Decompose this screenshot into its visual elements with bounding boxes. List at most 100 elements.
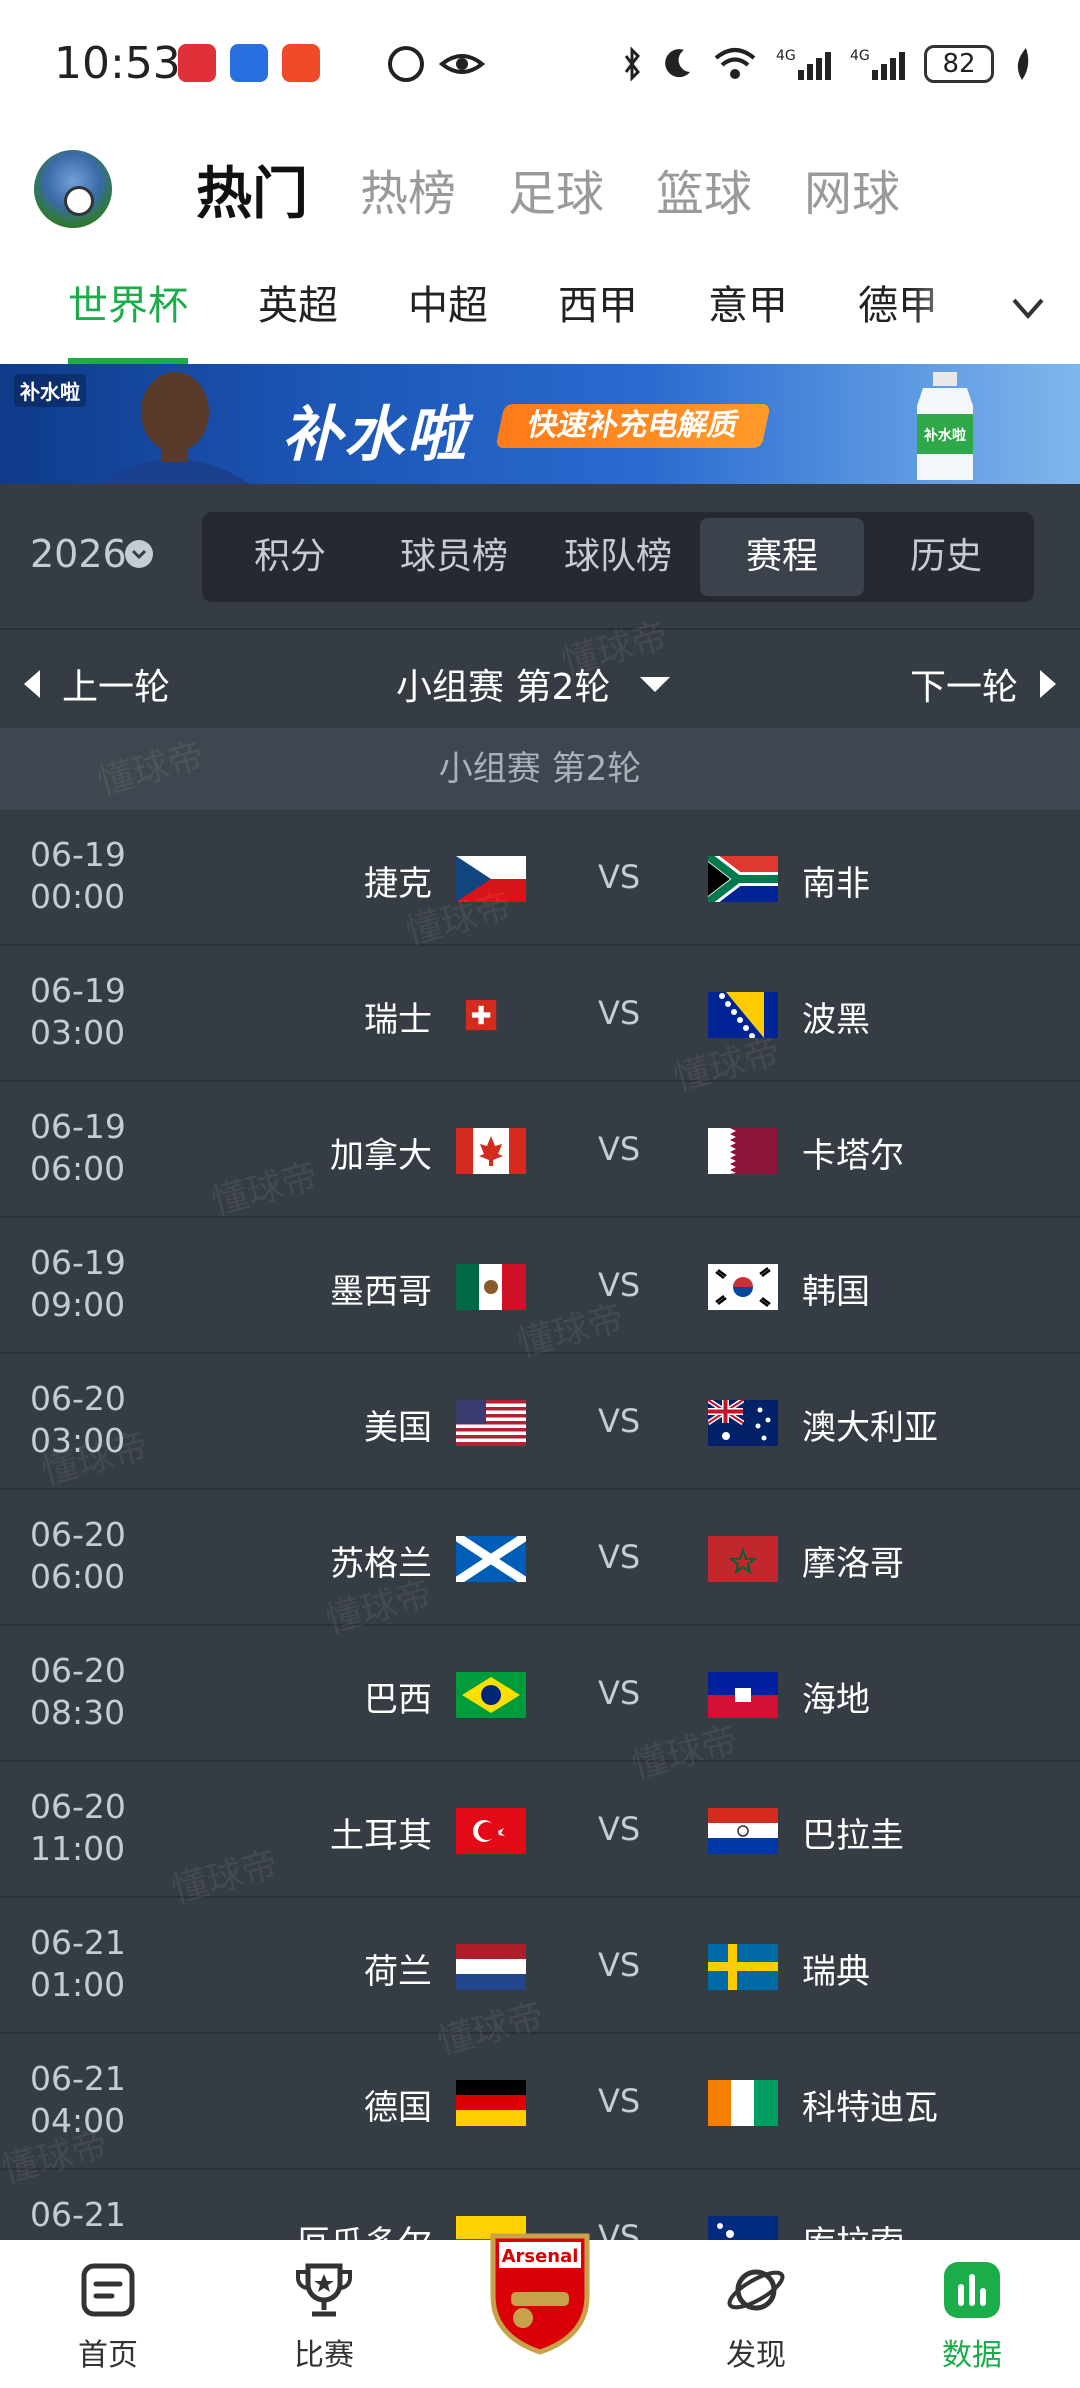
match-date: 06-21: [30, 2195, 126, 2234]
group-header: 小组赛 第2轮: [0, 728, 1080, 810]
flag-mexico-icon: [456, 1264, 526, 1310]
tab-tennis[interactable]: 网球: [804, 154, 900, 224]
tab-csl[interactable]: 中超: [408, 248, 488, 364]
match-datetime: 06-20 06:00: [30, 1514, 126, 1598]
round-selector[interactable]: 小组赛 第2轮: [396, 658, 671, 710]
chart-icon: [944, 2262, 1000, 2318]
flag-sweden-icon: [708, 1944, 778, 1990]
tab-basketball[interactable]: 篮球: [656, 154, 752, 224]
huawei-app-icon: [178, 44, 216, 82]
leaf-icon: [1017, 48, 1029, 80]
nav-data-label: 数据: [942, 2338, 1002, 2373]
away-team: 波黑: [802, 1000, 870, 1040]
flag-morocco-icon: [708, 1536, 778, 1582]
vs-label: VS: [598, 1674, 641, 1712]
tab-la-liga[interactable]: 西甲: [558, 248, 638, 364]
flag-czech-icon: [456, 856, 526, 902]
nav-data[interactable]: 数据: [864, 2240, 1080, 2388]
segment-player-rank[interactable]: 球员榜: [372, 518, 536, 596]
match-row[interactable]: 06-19 06:00 加拿大 VS 卡塔尔: [0, 1082, 1080, 1218]
chevron-down-icon[interactable]: [1008, 288, 1048, 328]
tab-hot[interactable]: 热门: [196, 149, 308, 230]
arrow-right-icon: [1040, 670, 1056, 698]
match-list: 06-19 00:00 捷克 VS 南非 06-19 03:00 瑞士 VS 波黑 …: [0, 810, 1080, 2306]
flag-qatar-icon: [708, 1128, 778, 1174]
match-datetime: 06-19 03:00: [30, 970, 126, 1054]
vs-label: VS: [598, 1402, 641, 1440]
nav-matches[interactable]: 比赛: [216, 2240, 432, 2388]
bottle-image: 补水啦: [917, 372, 973, 480]
prev-round-label: 上一轮: [62, 667, 171, 708]
nav-home[interactable]: 首页: [0, 2240, 216, 2388]
segment-schedule[interactable]: 赛程: [700, 518, 864, 596]
status-right: 4G 4G 82: [622, 44, 1032, 84]
svg-text:4G: 4G: [850, 48, 870, 64]
prev-round-button[interactable]: 上一轮: [24, 658, 170, 710]
season-selector[interactable]: 2026: [30, 532, 127, 576]
signal-icon: 4G: [776, 48, 831, 80]
home-team: 加拿大: [330, 1136, 432, 1176]
match-row[interactable]: 06-20 06:00 苏格兰 VS 摩洛哥: [0, 1490, 1080, 1626]
match-time: 03:00: [30, 1013, 126, 1052]
match-time: 09:00: [30, 1285, 126, 1324]
match-time: 06:00: [30, 1149, 126, 1188]
moon-icon: [665, 49, 690, 78]
match-row[interactable]: 06-20 08:30 巴西 VS 海地: [0, 1626, 1080, 1762]
away-team: 瑞典: [802, 1952, 870, 1992]
avatar[interactable]: [34, 150, 112, 228]
match-row[interactable]: 06-21 01:00 荷兰 VS 瑞典: [0, 1898, 1080, 2034]
current-round-label: 小组赛 第2轮: [396, 667, 611, 708]
tab-premier-league[interactable]: 英超: [258, 248, 338, 364]
match-row[interactable]: 06-19 09:00 墨西哥 VS 韩国: [0, 1218, 1080, 1354]
league-tabs: 世界杯 英超 中超 西甲 意甲 德甲: [0, 248, 1080, 364]
match-date: 06-20: [30, 1379, 126, 1418]
segment-history[interactable]: 历史: [864, 518, 1028, 596]
match-time: 04:00: [30, 2101, 126, 2140]
football-icon: [64, 186, 94, 216]
home-team: 墨西哥: [330, 1272, 432, 1312]
nav-matches-label: 比赛: [294, 2338, 354, 2373]
flag-south-korea-icon: [708, 1264, 778, 1310]
match-row[interactable]: 06-20 11:00 土耳其 VS 巴拉圭: [0, 1762, 1080, 1898]
match-row[interactable]: 06-19 03:00 瑞士 VS 波黑: [0, 946, 1080, 1082]
bottom-nav: 首页 比赛 Arsenal 发现 数据: [0, 2233, 1080, 2388]
trophy-icon: [296, 2263, 352, 2317]
away-team: 澳大利亚: [802, 1408, 938, 1448]
match-datetime: 06-21: [30, 2194, 126, 2236]
tab-world-cup[interactable]: 世界杯: [68, 248, 188, 364]
tab-hot-list[interactable]: 热榜: [360, 154, 456, 224]
match-datetime: 06-20 11:00: [30, 1786, 126, 1870]
home-team: 美国: [364, 1408, 432, 1448]
match-date: 06-19: [30, 1243, 126, 1282]
nav-discover[interactable]: 发现: [648, 2240, 864, 2388]
flag-netherlands-icon: [456, 1944, 526, 1990]
match-row[interactable]: 06-19 00:00 捷克 VS 南非: [0, 810, 1080, 946]
chevron-down-icon[interactable]: [124, 539, 154, 569]
vs-label: VS: [598, 858, 641, 896]
flag-canada-icon: [456, 1128, 526, 1174]
match-time: 03:00: [30, 1421, 126, 1460]
top-tabs: 热门 热榜 足球 篮球 网球: [196, 130, 900, 248]
battery-indicator: 82: [924, 45, 994, 83]
vs-label: VS: [598, 994, 641, 1032]
tab-football[interactable]: 足球: [508, 154, 604, 224]
match-row[interactable]: 06-20 03:00 美国 VS 澳大利亚: [0, 1354, 1080, 1490]
segment-team-rank[interactable]: 球队榜: [536, 518, 700, 596]
segment-standings[interactable]: 积分: [208, 518, 372, 596]
app-icon-red: [282, 44, 320, 82]
data-segmented-control: 积分 球员榜 球队榜 赛程 历史: [202, 512, 1034, 602]
vs-label: VS: [598, 1946, 641, 1984]
match-datetime: 06-19 09:00: [30, 1242, 126, 1326]
next-round-button[interactable]: 下一轮: [910, 658, 1056, 710]
match-datetime: 06-21 01:00: [30, 1922, 126, 2006]
svg-text:4G: 4G: [776, 48, 796, 64]
nav-team-badge[interactable]: Arsenal: [432, 2233, 648, 2388]
match-row[interactable]: 06-21 04:00 德国 VS 科特迪瓦: [0, 2034, 1080, 2170]
match-datetime: 06-19 00:00: [30, 834, 126, 918]
nav-discover-label: 发现: [726, 2338, 786, 2373]
round-navigation: 上一轮 小组赛 第2轮 下一轮: [0, 628, 1080, 728]
tab-serie-a[interactable]: 意甲: [708, 248, 788, 364]
season-row: 2026 积分 球员榜 球队榜 赛程 历史: [0, 484, 1080, 628]
vs-label: VS: [598, 1266, 641, 1304]
banner-ad[interactable]: 补水啦 补水啦 快速补充电解质 补水啦: [0, 364, 1080, 484]
